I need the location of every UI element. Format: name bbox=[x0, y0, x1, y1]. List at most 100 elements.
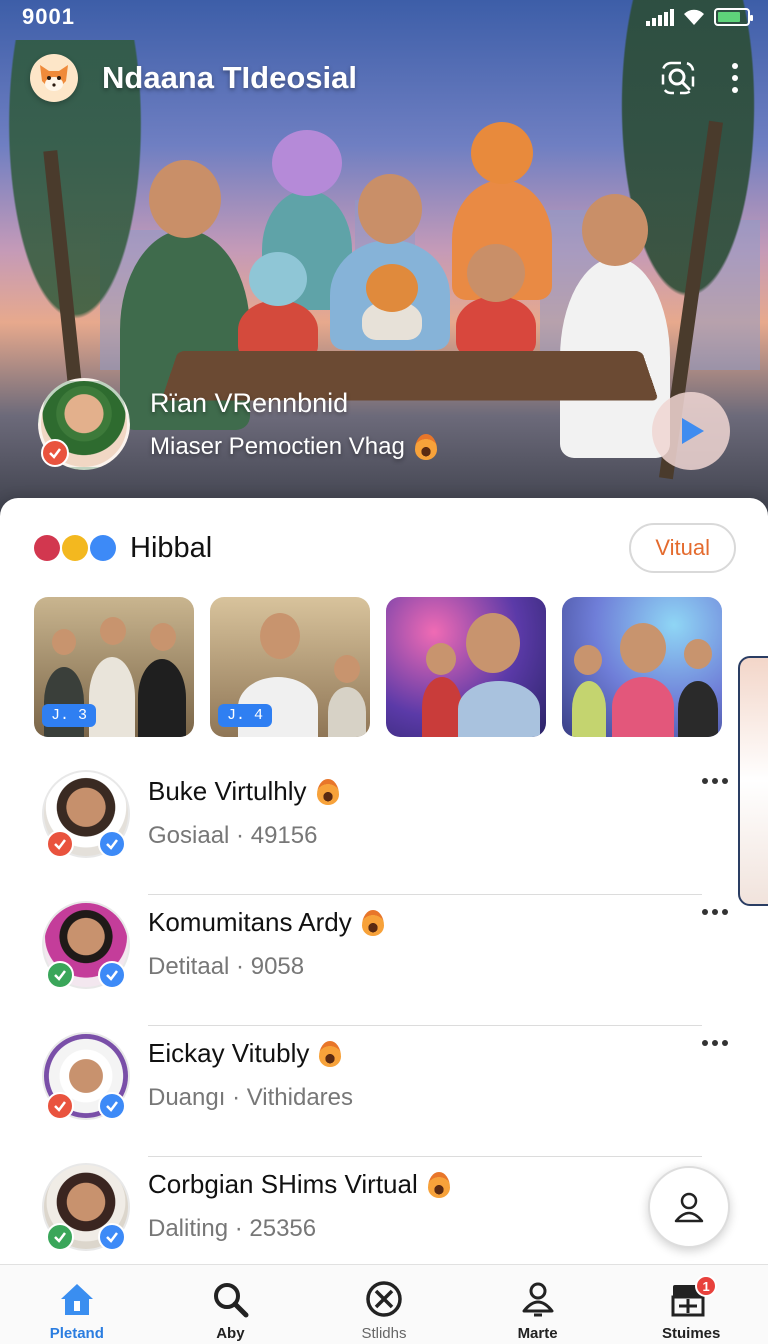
profile-fab-button[interactable] bbox=[648, 1166, 730, 1248]
item-title: Eickay Vitubly bbox=[148, 1038, 310, 1068]
fire-icon bbox=[427, 1171, 450, 1198]
item-title-row: Corbgian SHims Virtual bbox=[148, 1169, 450, 1200]
item-category: Gosiaal bbox=[148, 822, 230, 849]
featured-subtitle-row: Miaser Pemoctien Vhag bbox=[150, 433, 437, 461]
notification-badge: 1 bbox=[695, 1275, 718, 1297]
play-icon bbox=[682, 418, 704, 444]
avatar[interactable] bbox=[42, 770, 130, 858]
tab-label: Marte bbox=[517, 1325, 558, 1342]
item-title-row: Komumitans Ardy bbox=[148, 907, 384, 938]
item-category: Daliting bbox=[148, 1215, 229, 1242]
thumbnail-card[interactable]: J. 4 bbox=[210, 597, 370, 737]
bottom-tab-bar: Pletand Aby Stlidhs Marte 1 Stuimes bbox=[0, 1264, 768, 1344]
item-meta: Duangı · Vithidares bbox=[148, 1084, 353, 1112]
thumbnail-card[interactable] bbox=[562, 597, 722, 737]
status-bar: 9001 bbox=[0, 0, 768, 34]
more-icon[interactable] bbox=[702, 909, 728, 915]
app-header: Ndaana TIdeosial bbox=[30, 50, 738, 106]
status-time: 9001 bbox=[22, 4, 75, 29]
tab-label: Aby bbox=[216, 1325, 245, 1342]
content-sheet: Hibbal Vitual J. 3 J. 4 Buke Virtulhly G… bbox=[0, 498, 768, 1268]
check-badge-icon bbox=[41, 439, 69, 467]
item-title: Buke Virtulhly bbox=[148, 776, 307, 806]
item-title: Komumitans Ardy bbox=[148, 907, 352, 937]
more-icon[interactable] bbox=[702, 1040, 728, 1046]
check-badge-icon bbox=[46, 961, 74, 989]
section-title: Hibbal bbox=[130, 531, 213, 564]
hero-banner[interactable]: 9001 Ndaana TIdeosial Rïan VRennbnid Mia… bbox=[0, 0, 768, 520]
fox-logo-icon[interactable] bbox=[30, 54, 78, 102]
more-icon[interactable] bbox=[702, 778, 728, 784]
tab-search[interactable]: Aby bbox=[154, 1265, 308, 1344]
battery-icon bbox=[714, 8, 753, 26]
tab-home[interactable]: Pletand bbox=[0, 1265, 154, 1344]
meta-separator: · bbox=[236, 822, 245, 849]
featured-creator[interactable]: Rïan VRennbnid Miaser Pemoctien Vhag bbox=[38, 378, 437, 470]
search-button[interactable] bbox=[658, 58, 698, 98]
check-badge-icon bbox=[46, 1223, 74, 1251]
item-meta: Daliting · 25356 bbox=[148, 1215, 316, 1243]
check-badge-icon bbox=[46, 1092, 74, 1120]
thumbnail-card[interactable] bbox=[386, 597, 546, 737]
thumbnail-badge: J. 4 bbox=[218, 704, 273, 727]
verified-icon bbox=[98, 1092, 126, 1120]
item-title-row: Buke Virtulhly bbox=[148, 776, 339, 807]
search-icon bbox=[661, 61, 695, 95]
status-icons bbox=[646, 8, 753, 26]
featured-subtitle: Miaser Pemoctien Vhag bbox=[150, 432, 405, 460]
search-icon bbox=[214, 1283, 249, 1318]
item-meta: Detitaal · 9058 bbox=[148, 953, 304, 981]
tab-label: Stlidhs bbox=[361, 1325, 407, 1342]
meta-separator: · bbox=[234, 1215, 243, 1242]
featured-text: Rïan VRennbnid Miaser Pemoctien Vhag bbox=[150, 388, 437, 461]
person-icon bbox=[674, 1192, 704, 1223]
thumbnail-badge: J. 3 bbox=[42, 704, 97, 727]
tab-stuimes[interactable]: 1 Stuimes bbox=[614, 1265, 768, 1344]
verified-icon bbox=[98, 1223, 126, 1251]
list-item[interactable]: Eickay Vitubly Duangı · Vithidares bbox=[0, 1026, 768, 1157]
tab-label: Pletand bbox=[49, 1325, 104, 1342]
list-item[interactable]: Buke Virtulhly Gosiaal · 49156 bbox=[0, 764, 768, 895]
fire-icon bbox=[316, 778, 339, 805]
close-circle-icon bbox=[366, 1281, 402, 1317]
list-item[interactable]: Komumitans Ardy Detitaal · 9058 bbox=[0, 895, 768, 1026]
item-category: Duangı bbox=[148, 1084, 226, 1111]
meta-separator: · bbox=[236, 953, 245, 980]
fire-icon bbox=[414, 433, 437, 460]
avatar[interactable] bbox=[42, 901, 130, 989]
section-logo-icon bbox=[34, 535, 116, 561]
item-title: Corbgian SHims Virtual bbox=[148, 1169, 418, 1199]
avatar[interactable] bbox=[42, 1163, 130, 1251]
meta-separator: · bbox=[232, 1084, 241, 1111]
tab-stlidhs[interactable]: Stlidhs bbox=[307, 1265, 461, 1344]
featured-name: Rïan VRennbnid bbox=[150, 387, 349, 418]
avatar[interactable] bbox=[42, 1032, 130, 1120]
more-options-icon[interactable] bbox=[732, 63, 738, 93]
verified-icon bbox=[98, 830, 126, 858]
item-category: Detitaal bbox=[148, 953, 230, 980]
verified-icon bbox=[98, 961, 126, 989]
item-count: 25356 bbox=[249, 1215, 317, 1242]
home-icon bbox=[60, 1284, 93, 1315]
tab-label: Stuimes bbox=[661, 1325, 721, 1342]
thumbnail-card[interactable]: J. 3 bbox=[34, 597, 194, 737]
play-button[interactable] bbox=[652, 392, 730, 470]
hero-figure bbox=[456, 244, 536, 356]
tab-marte[interactable]: Marte bbox=[461, 1265, 615, 1344]
item-meta: Gosiaal · 49156 bbox=[148, 822, 317, 850]
item-count: 49156 bbox=[250, 822, 318, 849]
thumbnail-carousel[interactable]: J. 3 J. 4 bbox=[34, 597, 722, 737]
fire-icon bbox=[319, 1040, 342, 1067]
section-header: Hibbal Vitual bbox=[34, 522, 736, 574]
item-count: Vithidares bbox=[246, 1084, 354, 1111]
bell-icon bbox=[522, 1282, 554, 1317]
signal-icon bbox=[646, 8, 674, 26]
featured-avatar[interactable] bbox=[38, 378, 130, 470]
check-badge-icon bbox=[46, 830, 74, 858]
item-count: 9058 bbox=[250, 953, 305, 980]
app-title: Ndaana TIdeosial bbox=[102, 60, 357, 95]
virtual-chip[interactable]: Vitual bbox=[629, 523, 736, 573]
hero-figure bbox=[362, 264, 422, 340]
item-title-row: Eickay Vitubly bbox=[148, 1038, 342, 1069]
fire-icon bbox=[361, 909, 384, 936]
